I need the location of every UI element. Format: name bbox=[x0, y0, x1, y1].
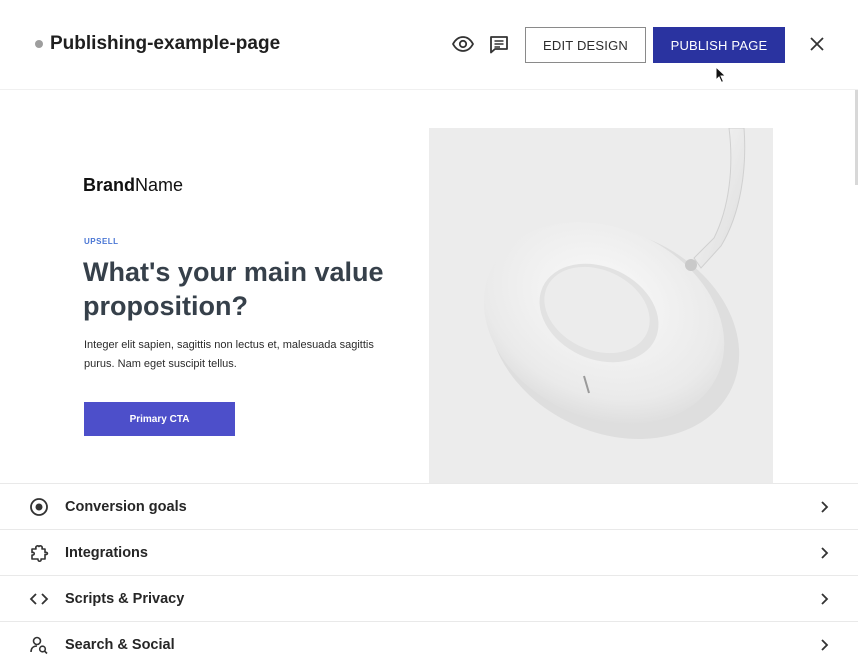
comment-icon[interactable] bbox=[487, 32, 511, 56]
body-text: Integer elit sapien, sagittis non lectus… bbox=[84, 339, 374, 370]
page-title: Publishing-example-page bbox=[50, 33, 281, 54]
settings-row-label: Search & Social bbox=[65, 636, 175, 653]
code-icon bbox=[29, 589, 49, 609]
settings-row-scripts-privacy[interactable]: Scripts & Privacy bbox=[0, 575, 858, 621]
settings-list: Conversion goals Integrations Scripts & … bbox=[0, 483, 858, 660]
primary-cta-button[interactable]: Primary CTA bbox=[84, 402, 235, 436]
settings-row-label: Scripts & Privacy bbox=[65, 590, 185, 607]
edit-design-button[interactable]: EDIT DESIGN bbox=[525, 27, 646, 63]
chevron-right-icon bbox=[821, 501, 829, 513]
settings-row-search-social[interactable]: Search & Social bbox=[0, 621, 858, 660]
eyebrow-label: UPSELL bbox=[84, 237, 119, 246]
status-dot bbox=[35, 40, 43, 48]
puzzle-icon bbox=[29, 543, 49, 563]
chevron-right-icon bbox=[821, 639, 829, 651]
mouse-cursor-icon bbox=[715, 66, 727, 84]
page-preview: BrandName UPSELL What's your main value … bbox=[0, 90, 858, 483]
top-bar: Publishing-example-page EDIT DESIGN PUBL… bbox=[0, 0, 858, 90]
settings-row-label: Conversion goals bbox=[65, 498, 187, 515]
chevron-right-icon bbox=[821, 547, 829, 559]
publish-page-button[interactable]: PUBLISH PAGE bbox=[653, 27, 785, 63]
target-icon bbox=[29, 497, 49, 517]
chevron-right-icon bbox=[821, 593, 829, 605]
close-icon[interactable] bbox=[805, 32, 829, 56]
headline: What's your main value proposition? bbox=[83, 257, 384, 321]
settings-row-integrations[interactable]: Integrations bbox=[0, 529, 858, 575]
user-search-icon bbox=[29, 635, 49, 655]
headphones-image bbox=[429, 128, 773, 483]
eye-icon[interactable] bbox=[451, 32, 475, 56]
settings-row-label: Integrations bbox=[65, 544, 148, 561]
brand-logo: BrandName bbox=[83, 175, 184, 195]
settings-row-conversion-goals[interactable]: Conversion goals bbox=[0, 483, 858, 529]
